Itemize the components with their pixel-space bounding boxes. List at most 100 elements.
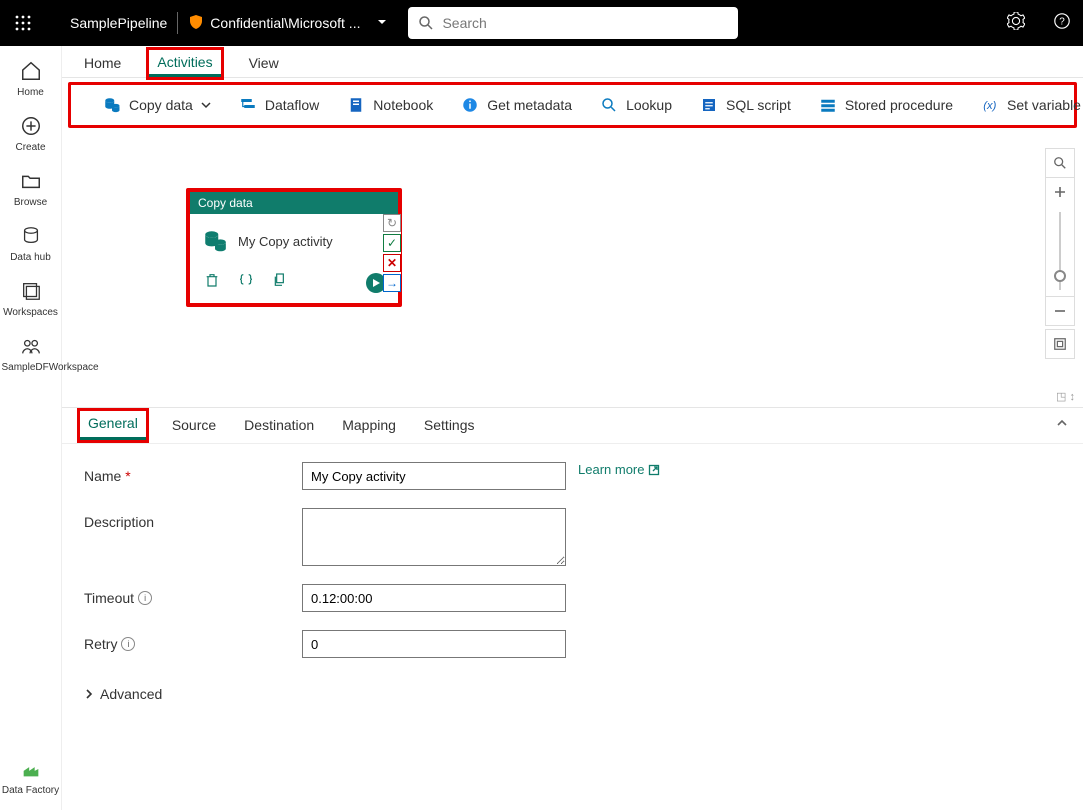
learn-more-label: Learn more <box>578 462 644 477</box>
svg-text:(x): (x) <box>983 100 996 112</box>
nav-workspaces[interactable]: Workspaces <box>0 274 62 329</box>
nav-label: Home <box>0 87 62 99</box>
proptab-settings[interactable]: Settings <box>422 411 477 440</box>
canvas-search-icon[interactable] <box>1045 148 1075 178</box>
learn-more-link[interactable]: Learn more <box>578 462 660 477</box>
ribbon-label: Lookup <box>626 97 672 113</box>
main-region: Home Activities View Copy data Dataflow … <box>62 46 1083 810</box>
label-description: Description <box>84 508 302 530</box>
ribbon-notebook[interactable]: Notebook <box>333 96 447 114</box>
ribbon-label: Copy data <box>129 97 193 113</box>
name-input[interactable] <box>302 462 566 490</box>
chevron-down-icon <box>376 15 388 31</box>
sensitivity-dropdown[interactable]: Confidential\Microsoft ... <box>188 14 388 33</box>
zoom-in-icon[interactable] <box>1045 177 1075 207</box>
nav-create[interactable]: Create <box>0 109 62 164</box>
ribbon-sql-script[interactable]: SQL script <box>686 96 805 114</box>
ribbon-label: Stored procedure <box>845 97 953 113</box>
ribbon-label: Dataflow <box>265 97 319 113</box>
info-icon <box>461 96 479 114</box>
nav-datahub[interactable]: Data hub <box>0 219 62 274</box>
copy-icon[interactable] <box>272 272 288 293</box>
svg-text:?: ? <box>1059 16 1065 27</box>
pipeline-canvas[interactable]: Copy data ↻ ✓ ✕ → My Copy activity <box>62 128 1083 408</box>
ribbon-set-variable[interactable]: (x) Set variable <box>967 96 1083 114</box>
node-handle-completion-icon[interactable]: → <box>383 274 401 292</box>
search-input[interactable]: Search <box>408 7 738 39</box>
app-launcher-icon[interactable] <box>6 6 40 40</box>
tab-home[interactable]: Home <box>82 49 123 77</box>
proptab-source[interactable]: Source <box>170 411 218 440</box>
row-name: Name * Learn more <box>84 462 1061 490</box>
storedproc-icon <box>819 96 837 114</box>
node-handle-success-icon[interactable]: ✓ <box>383 234 401 252</box>
ribbon-lookup[interactable]: Lookup <box>586 96 686 114</box>
canvas-zoom-controls <box>1045 148 1075 358</box>
zoom-slider[interactable] <box>1045 206 1075 296</box>
node-highlight-box: Copy data ↻ ✓ ✕ → My Copy activity <box>186 188 402 307</box>
search-icon <box>600 96 618 114</box>
node-name: My Copy activity <box>238 234 333 249</box>
row-retry: Retryi <box>84 630 1061 658</box>
delete-icon[interactable] <box>204 272 220 293</box>
notebook-icon <box>347 96 365 114</box>
description-input[interactable] <box>302 508 566 566</box>
label-text: Name <box>84 468 121 484</box>
proptab-mapping[interactable]: Mapping <box>340 411 398 440</box>
nav-footer-label: Data Factory <box>0 785 62 796</box>
datafactory-icon <box>20 758 42 780</box>
help-icon[interactable]: ? <box>1053 12 1071 35</box>
sensitivity-label: Confidential\Microsoft ... <box>210 15 360 31</box>
nav-workspace-pinned[interactable]: SampleDFWorkspace <box>0 329 62 384</box>
nav-home[interactable]: Home <box>0 54 62 109</box>
code-braces-icon[interactable] <box>238 272 254 293</box>
main-tabs: Home Activities View <box>62 46 1083 78</box>
ribbon-get-metadata[interactable]: Get metadata <box>447 96 586 114</box>
activity-node[interactable]: Copy data ↻ ✓ ✕ → My Copy activity <box>190 192 398 303</box>
ribbon-label: Notebook <box>373 97 433 113</box>
ribbon-copy-data[interactable]: Copy data <box>89 96 225 114</box>
node-type-title: Copy data <box>190 192 398 214</box>
zoom-out-icon[interactable] <box>1045 296 1075 326</box>
proptab-general[interactable]: General <box>80 411 146 440</box>
advanced-toggle[interactable]: Advanced <box>84 686 162 702</box>
ribbon-stored-procedure[interactable]: Stored procedure <box>805 96 967 114</box>
zoom-fit-icon[interactable] <box>1045 329 1075 359</box>
info-icon[interactable]: i <box>121 637 135 651</box>
proptab-destination[interactable]: Destination <box>242 411 316 440</box>
external-link-icon <box>648 464 660 476</box>
divider-icon <box>177 12 178 34</box>
retry-input[interactable] <box>302 630 566 658</box>
ribbon-dataflow[interactable]: Dataflow <box>225 96 333 114</box>
chevron-right-icon <box>84 689 94 699</box>
nav-datafactory[interactable]: Data Factory <box>0 752 62 810</box>
node-handle-retry-icon[interactable]: ↻ <box>383 214 401 232</box>
settings-icon[interactable] <box>1007 12 1025 35</box>
node-side-handles: ↻ ✓ ✕ → <box>383 214 401 292</box>
database-icon <box>103 96 121 114</box>
label-text: Retry <box>84 636 117 652</box>
advanced-label: Advanced <box>100 686 162 702</box>
tab-activities[interactable]: Activities <box>149 50 220 77</box>
zoom-slider-handle[interactable] <box>1054 270 1066 282</box>
left-nav: Home Create Browse Data hub Workspaces S… <box>0 46 62 810</box>
nav-browse[interactable]: Browse <box>0 164 62 219</box>
activities-ribbon-highlight: Copy data Dataflow Notebook Get metadata… <box>68 82 1077 128</box>
collapse-panel-icon[interactable] <box>1055 416 1069 435</box>
general-form: Name * Learn more Description Timeouti R… <box>62 444 1083 810</box>
properties-tabs: General Source Destination Mapping Setti… <box>62 408 1083 444</box>
node-handle-fail-icon[interactable]: ✕ <box>383 254 401 272</box>
label-timeout: Timeouti <box>84 584 302 606</box>
ribbon-label: SQL script <box>726 97 791 113</box>
nav-label: Create <box>0 142 62 154</box>
info-icon[interactable]: i <box>138 591 152 605</box>
variable-icon: (x) <box>981 96 999 114</box>
label-name: Name * <box>84 462 302 484</box>
timeout-input[interactable] <box>302 584 566 612</box>
nav-label: Workspaces <box>0 307 62 319</box>
node-body: ↻ ✓ ✕ → My Copy activity <box>190 214 398 303</box>
node-actions <box>198 268 390 295</box>
canvas-resize-handle-icon[interactable]: ◳ ↕ <box>1056 390 1075 403</box>
script-icon <box>700 96 718 114</box>
tab-view[interactable]: View <box>247 49 281 77</box>
